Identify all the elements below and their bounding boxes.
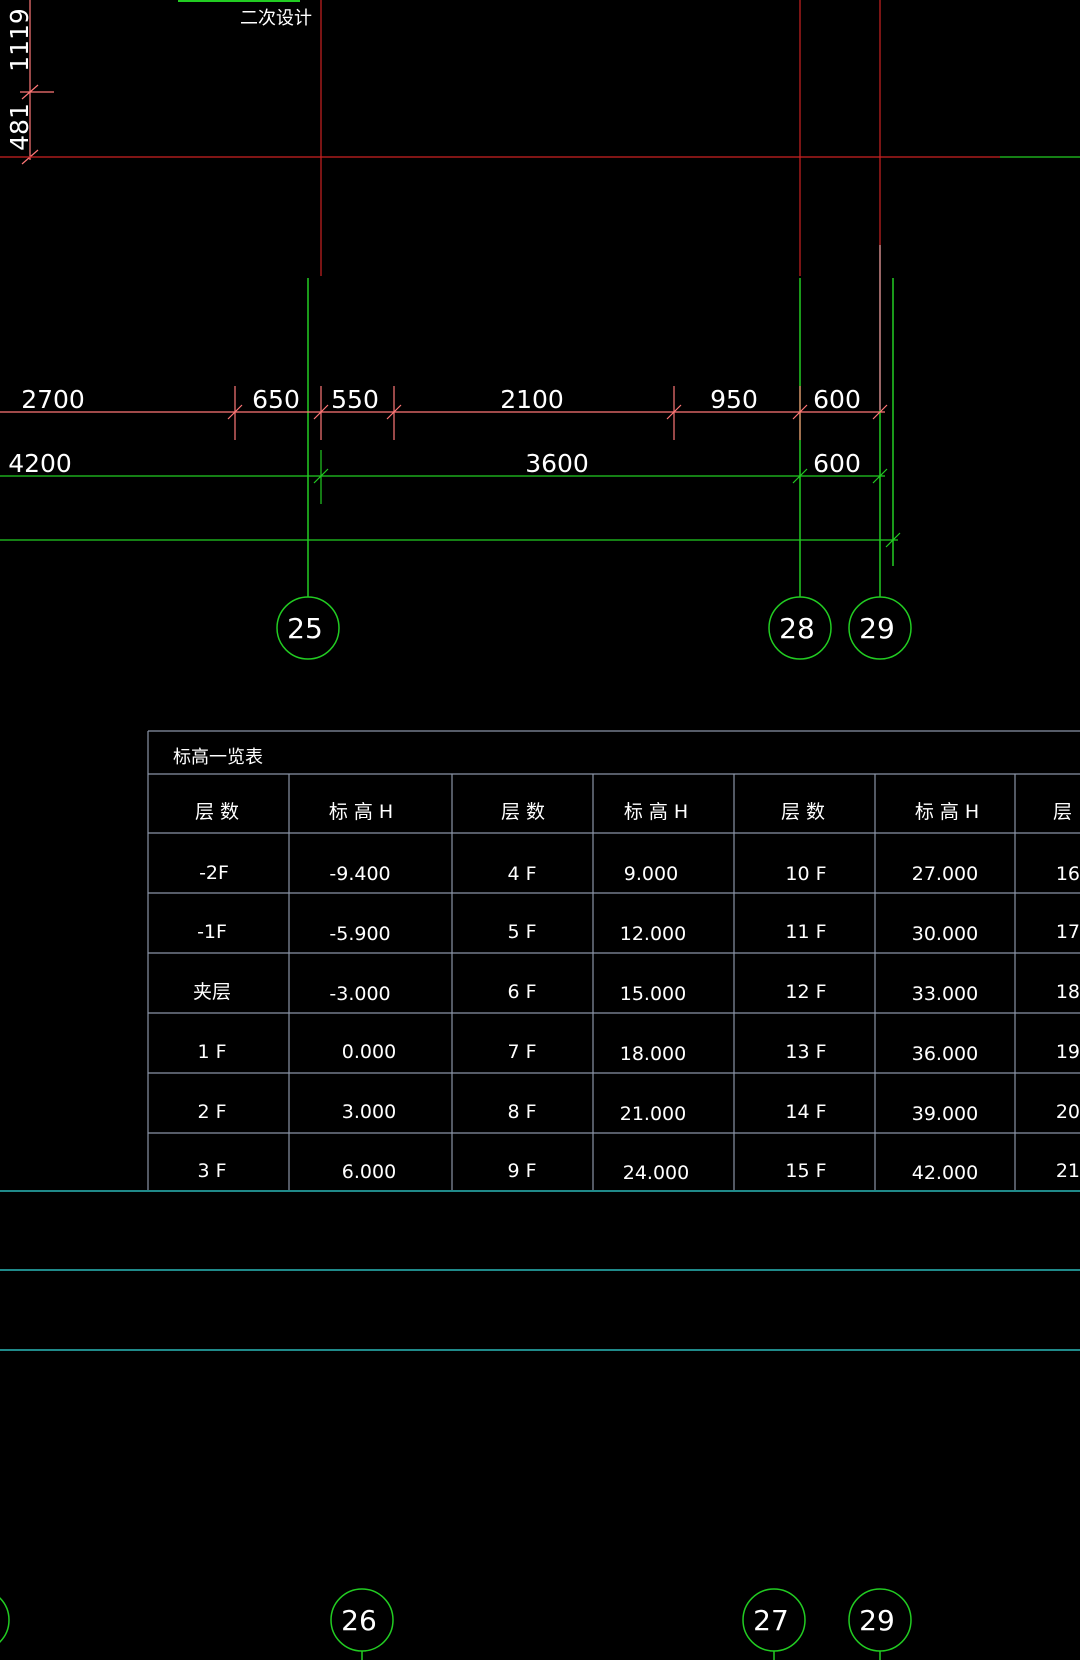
dimension-label: 550 <box>331 385 379 414</box>
table-cell: 24.000 <box>623 1162 689 1184</box>
table-cell: 5 F <box>507 921 536 943</box>
table-cell: 2 F <box>197 1101 226 1123</box>
axis-bubble-27[interactable]: 27 <box>742 1588 806 1660</box>
axis-bubble-28[interactable]: 28 <box>768 596 832 660</box>
table-header-cell: 层 数 <box>781 801 825 823</box>
table-cell: 15.000 <box>620 983 686 1005</box>
table-cell: 4 F <box>507 863 536 885</box>
table-cell: 18 <box>1056 981 1080 1003</box>
side-dimension-label: 481 <box>5 103 34 151</box>
table-row: 3 F 6.000 9 F 24.000 15 F 42.000 21 <box>197 1160 1080 1184</box>
table-cell: 36.000 <box>912 1043 978 1065</box>
axis-bubble-label: 25 <box>287 612 323 645</box>
table-cell: 39.000 <box>912 1103 978 1125</box>
dimension-label: 650 <box>252 385 300 414</box>
dimension-label: 2100 <box>500 385 564 414</box>
table-cell: 3 F <box>197 1160 226 1182</box>
table-cell: 12.000 <box>620 923 686 945</box>
dimension-ticks-lower <box>313 450 888 504</box>
dimension-label: 4200 <box>8 449 72 478</box>
table-cell: 27.000 <box>912 863 978 885</box>
dimension-label: 3600 <box>525 449 589 478</box>
side-dimension-label: 1119 <box>5 8 34 72</box>
table-header-cell: 标 高 H <box>624 801 688 823</box>
table-cell: 21 <box>1056 1160 1080 1182</box>
table-cell: 21.000 <box>620 1103 686 1125</box>
table-cell: 7 F <box>507 1041 536 1063</box>
axis-bubble-25[interactable]: 25 <box>276 596 340 660</box>
table-cell: 0.000 <box>342 1041 396 1063</box>
table-cell: 6 F <box>507 981 536 1003</box>
table-cell: 10 F <box>785 863 826 885</box>
cad-drawing-canvas[interactable]: 二次设计 1119 481 2700 650 550 2100 950 600 <box>0 0 1080 1660</box>
table-cell: -9.400 <box>329 863 390 885</box>
axis-bubble-label: 28 <box>779 612 815 645</box>
axis-bubble-label: 27 <box>753 1604 789 1637</box>
axis-bubble-26[interactable]: 26 <box>330 1588 394 1660</box>
table-row: 1 F 0.000 7 F 18.000 13 F 36.000 19 <box>197 1041 1080 1065</box>
dimension-label: 600 <box>813 385 861 414</box>
top-label: 二次设计 <box>240 8 312 29</box>
table-row: 夹层 -3.000 6 F 15.000 12 F 33.000 18 <box>193 981 1080 1005</box>
table-cell: 14 F <box>785 1101 826 1123</box>
table-row: 2 F 3.000 8 F 21.000 14 F 39.000 20 <box>197 1101 1080 1125</box>
table-row: -1F -5.900 5 F 12.000 11 F 30.000 17 <box>197 921 1080 945</box>
table-cell: 19 <box>1056 1041 1080 1063</box>
dimension-label: 950 <box>710 385 758 414</box>
table-cell: 9.000 <box>624 863 678 885</box>
axis-bubble-label: 29 <box>859 1604 895 1637</box>
table-cell: 8 F <box>507 1101 536 1123</box>
table-cell: 30.000 <box>912 923 978 945</box>
axis-bubble-label: 26 <box>341 1604 377 1637</box>
table-cell: 13 F <box>785 1041 826 1063</box>
table-cell: 夹层 <box>193 981 231 1003</box>
table-cell: 6.000 <box>342 1161 396 1183</box>
table-cell: 9 F <box>507 1160 536 1182</box>
table-header-cell: 标 高 H <box>329 801 393 823</box>
table-cell: 16 <box>1056 863 1080 885</box>
table-header-cell: 层 数 <box>195 801 239 823</box>
table-cell: -5.900 <box>329 923 390 945</box>
table-header-row: 层 数 标 高 H 层 数 标 高 H 层 数 标 高 H 层 <box>195 801 1072 823</box>
table-cell: -3.000 <box>329 983 390 1005</box>
table-cell: 42.000 <box>912 1162 978 1184</box>
table-cell: 18.000 <box>620 1043 686 1065</box>
table-cell: -2F <box>199 862 229 884</box>
table-cell: 17 <box>1056 921 1080 943</box>
table-title: 标高一览表 <box>173 747 263 768</box>
table-cell: 12 F <box>785 981 826 1003</box>
table-header-cell: 标 高 H <box>915 801 979 823</box>
axis-bubble-29-lower[interactable]: 29 <box>848 1588 912 1660</box>
axis-bubble-label: 29 <box>859 612 895 645</box>
table-cell: 3.000 <box>342 1101 396 1123</box>
table-cell: 20 <box>1056 1101 1080 1123</box>
axis-bubble-partial <box>0 1597 10 1643</box>
table-cell: 15 F <box>785 1160 826 1182</box>
axis-bubble-29[interactable]: 29 <box>848 596 912 660</box>
table-cell: 11 F <box>785 921 826 943</box>
table-header-cell: 层 <box>1053 801 1072 823</box>
dimension-label: 600 <box>813 449 861 478</box>
dimension-label: 2700 <box>21 385 85 414</box>
table-row: -2F -9.400 4 F 9.000 10 F 27.000 16 <box>199 862 1080 885</box>
table-cell: 33.000 <box>912 983 978 1005</box>
table-cell: 1 F <box>197 1041 226 1063</box>
table-header-cell: 层 数 <box>501 801 545 823</box>
table-cell: -1F <box>197 921 227 943</box>
